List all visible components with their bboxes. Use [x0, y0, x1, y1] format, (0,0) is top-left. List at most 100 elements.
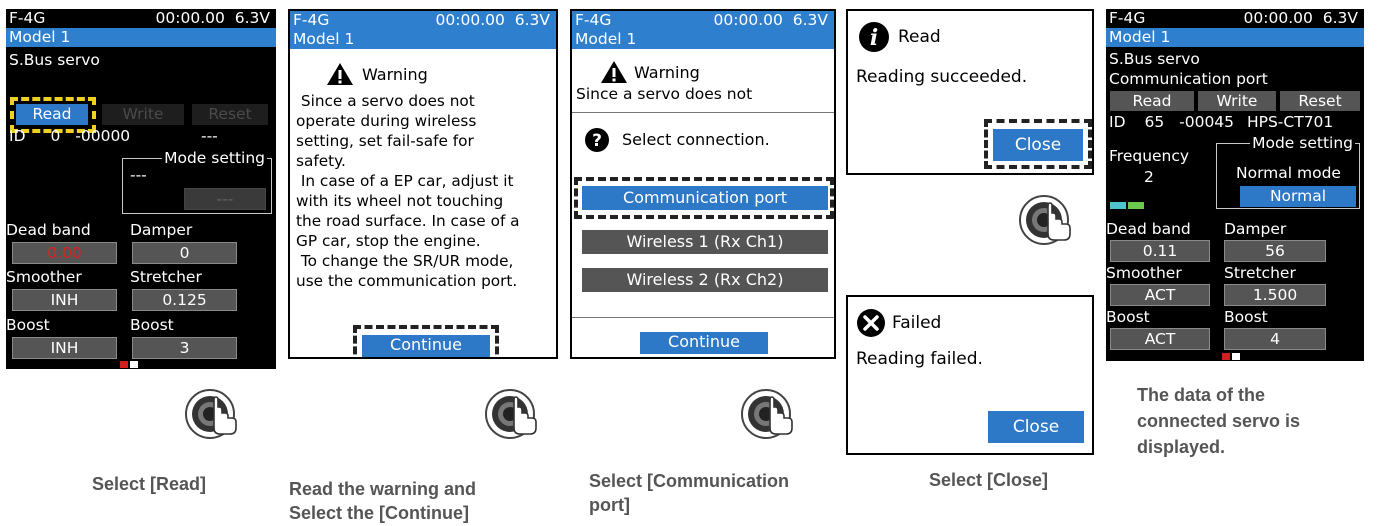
reset-button[interactable]: Reset	[192, 104, 268, 125]
serial-number: 00000	[80, 127, 131, 145]
connection-subheading: Communication port	[1109, 70, 1268, 88]
option-wireless-1[interactable]: Wireless 1 (Rx Ch1)	[582, 230, 828, 254]
caption-step-2-line1: Read the warning and	[289, 479, 477, 499]
id-row: ID 0 -00000	[9, 126, 130, 146]
close-button[interactable]: Close	[988, 411, 1084, 443]
write-button[interactable]: Write	[1198, 91, 1276, 111]
screen-heading: S.Bus servo	[9, 51, 100, 69]
info-icon: i	[859, 22, 889, 52]
page-indicator	[1222, 353, 1230, 360]
caption-step-4: Select [Close]	[929, 470, 1049, 490]
servo-type: ---	[201, 127, 218, 145]
voltage: 6.3V	[234, 9, 270, 27]
option-wireless-2[interactable]: Wireless 2 (Rx Ch2)	[582, 268, 828, 292]
warning-title: Warning	[362, 65, 428, 84]
status-bar: F-4G 00:00.00 6.3V	[572, 11, 834, 30]
boost2-label: Boost	[1224, 308, 1268, 326]
boost-label: Boost	[1106, 308, 1150, 326]
status-bar: F-4G 00:00.00 6.3V	[6, 9, 276, 28]
mode-setting-label: Mode setting	[1250, 133, 1355, 153]
damper-label: Damper	[1224, 220, 1287, 238]
smoother-label: Smoother	[6, 268, 82, 286]
reset-button[interactable]: Reset	[1280, 91, 1360, 111]
boost2-value[interactable]: 3	[132, 337, 237, 359]
stretcher-value[interactable]: 0.125	[132, 289, 237, 311]
status-right: 00:00.00 6.3V	[156, 9, 270, 28]
voltage: 6.3V	[1322, 9, 1358, 27]
error-icon	[857, 309, 885, 337]
model-name: Model 1	[9, 28, 71, 46]
boost-label: Boost	[6, 316, 50, 334]
write-button[interactable]: Write	[102, 104, 184, 125]
mode-button[interactable]: Normal	[1240, 186, 1356, 207]
timer: 00:00.00	[155, 9, 225, 27]
dead-band-value[interactable]: 0.11	[1110, 240, 1210, 262]
svg-text:i: i	[870, 25, 878, 51]
damper-label: Damper	[130, 221, 193, 239]
status-right: 00:00.00 6.3V	[436, 11, 550, 30]
warning-icon	[327, 63, 353, 85]
warning-title: Warning	[634, 63, 700, 82]
dialog-title: Read	[898, 27, 941, 47]
dialog-footer-divider	[572, 317, 834, 318]
status-bar: F-4G 00:00.00 6.3V	[290, 11, 556, 30]
frequency-value: 2	[1144, 168, 1154, 186]
continue-button[interactable]: Continue	[640, 332, 768, 354]
status-bar: F-4G 00:00.00 6.3V	[1106, 9, 1364, 28]
screen-sbus-result: F-4G 00:00.00 6.3V Model 1 S.Bus servo C…	[1106, 9, 1364, 361]
question-icon: ?	[585, 128, 609, 152]
id-row: ID 65 -00045 HPS-CT701	[1109, 112, 1333, 132]
dialog-read-failed: Failed Reading failed. Close	[846, 295, 1094, 455]
dialog-message: Reading failed.	[856, 349, 983, 369]
status-right: 00:00.00 6.3V	[1244, 9, 1358, 28]
model-title-bar: Model 1	[290, 30, 556, 49]
stretcher-label: Stretcher	[130, 268, 202, 286]
model-title-bar: Model 1	[6, 28, 276, 47]
id-value: 65	[1144, 113, 1165, 131]
dead-band-label: Dead band	[1106, 220, 1191, 238]
dialog-read-success: i Read Reading succeeded. Close	[846, 9, 1094, 175]
timer: 00:00.00	[1243, 9, 1313, 27]
page-indicator	[120, 361, 128, 368]
screen-select-connection: F-4G 00:00.00 6.3V Model 1 Warning Since…	[570, 9, 836, 359]
level-indicator-green	[1128, 202, 1144, 209]
model-type: F-4G	[575, 11, 612, 29]
continue-highlight	[353, 325, 499, 357]
id-label: ID	[9, 127, 26, 145]
boost2-label: Boost	[130, 316, 174, 334]
model-title-bar: Model 1	[1106, 28, 1364, 47]
select-dialog: ? Select connection. Communication port …	[572, 112, 834, 357]
mode-setting-label: Mode setting	[162, 148, 267, 168]
boost2-value[interactable]: 4	[1224, 328, 1326, 350]
model-name: Model 1	[575, 30, 637, 48]
caption-step-1: Select [Read]	[92, 474, 207, 494]
dead-band-value[interactable]: 0.00	[12, 242, 117, 264]
smoother-value[interactable]: ACT	[1110, 284, 1210, 306]
boost-value[interactable]: INH	[12, 337, 117, 359]
timer: 00:00.00	[713, 11, 783, 29]
level-indicator-cyan	[1110, 202, 1126, 209]
warning-body: Since a servo does not operate during wi…	[296, 92, 520, 290]
read-button[interactable]: Read	[1110, 91, 1194, 111]
frequency-label: Frequency	[1109, 147, 1190, 165]
status-right: 00:00.00 6.3V	[714, 11, 828, 30]
damper-value[interactable]: 0	[132, 242, 237, 264]
svg-text:?: ?	[592, 131, 602, 151]
dial-press-icon	[741, 389, 793, 439]
model-type: F-4G	[293, 11, 330, 29]
boost-value[interactable]: ACT	[1110, 328, 1210, 350]
damper-value[interactable]: 56	[1224, 240, 1326, 262]
stretcher-value[interactable]: 1.500	[1224, 284, 1326, 306]
model-title-bar: Model 1	[572, 30, 834, 49]
caption-step-3-line2: port]	[589, 495, 630, 515]
mode-button[interactable]: ---	[184, 188, 266, 210]
caption-step-2-line2: Select the [Continue]	[289, 503, 470, 523]
smoother-value[interactable]: INH	[12, 289, 117, 311]
serial-number: 00045	[1184, 113, 1235, 131]
mode-value: ---	[130, 166, 147, 184]
voltage: 6.3V	[792, 11, 828, 29]
dialog-title: Failed	[892, 313, 942, 333]
caption-step-5-line3: displayed.	[1137, 437, 1226, 457]
caption-step-5-line2: connected servo is	[1137, 411, 1301, 431]
caption-step-3-line1: Select [Communication	[589, 471, 790, 491]
